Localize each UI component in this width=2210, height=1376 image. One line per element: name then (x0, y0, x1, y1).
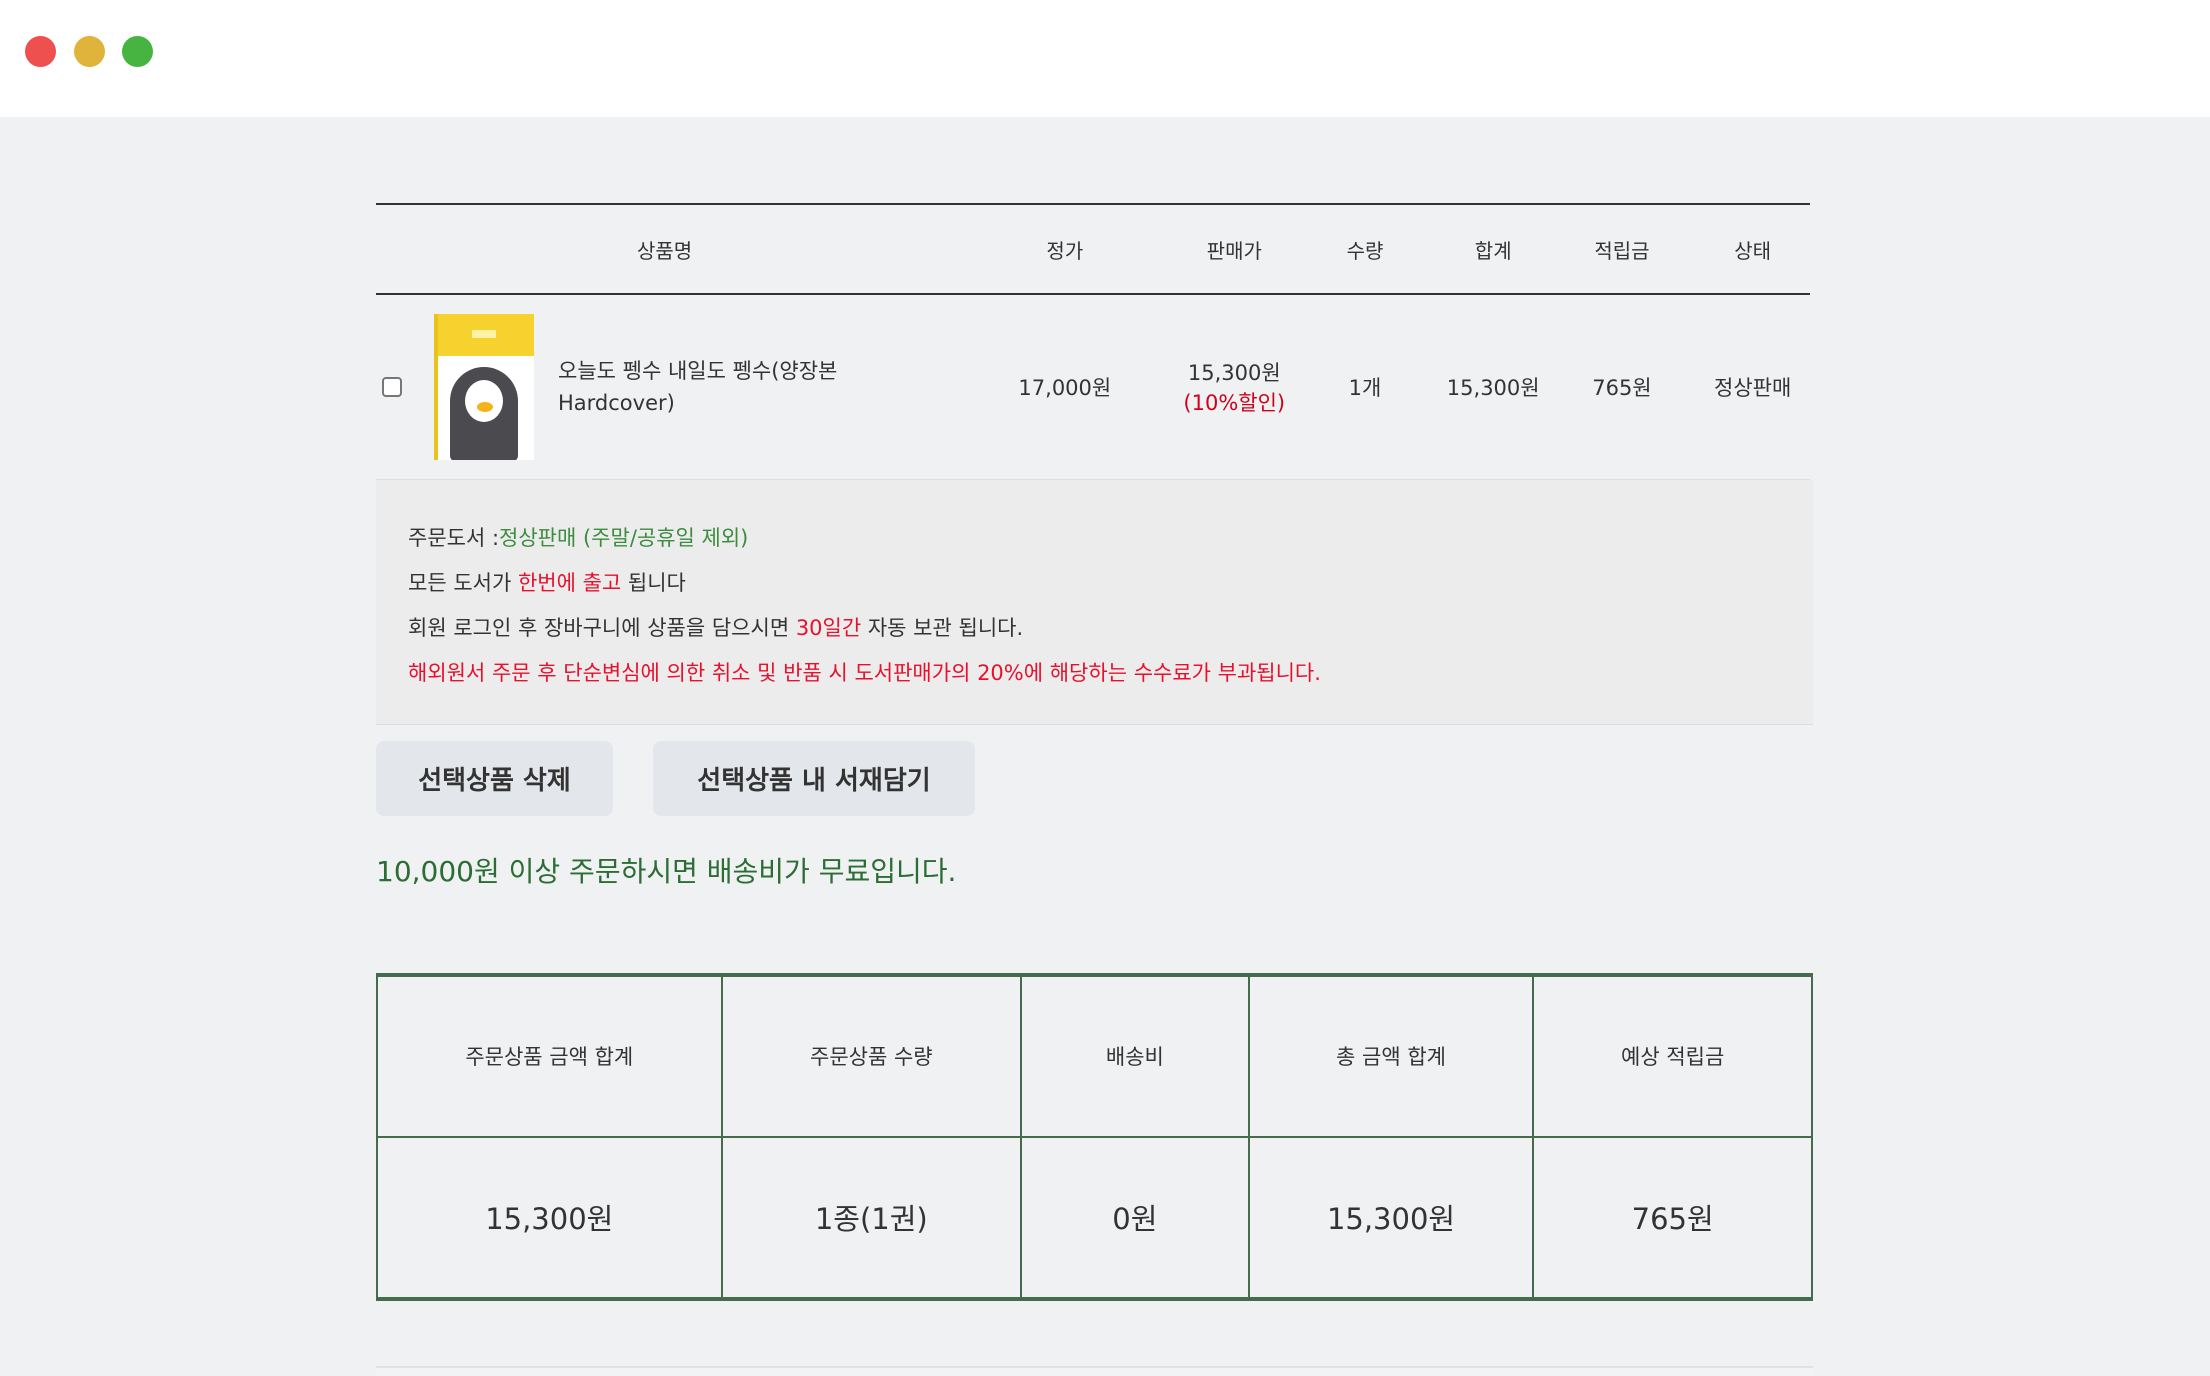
minimize-window-icon[interactable] (74, 36, 105, 67)
item-total: 15,300원 (1437, 294, 1549, 480)
storage-text-post: 자동 보관 됩니다. (861, 615, 1024, 640)
column-header-total: 합계 (1437, 203, 1549, 295)
cart-header-row: 상품명 정가 판매가 수량 합계 적립금 상태 (376, 203, 1810, 295)
free-shipping-notice: 10,000원 이상 주문하시면 배송비가 무료입니다. (376, 854, 957, 888)
product-title-line2[interactable]: Hardcover) (558, 387, 837, 419)
item-points: 765원 (1548, 294, 1696, 480)
sale-price-cell: 15,300원 (10%할인) (1176, 294, 1293, 480)
item-status: 정상판매 (1695, 294, 1810, 480)
summary-points: 765원 (1532, 1135, 1813, 1301)
add-to-shelf-button[interactable]: 선택상품 내 서재담기 (653, 740, 975, 816)
summary-header-amount: 주문상품 금액 합계 (376, 972, 723, 1138)
summary-quantity: 1종(1권) (720, 1135, 1023, 1301)
summary-shipping: 0원 (1020, 1135, 1250, 1301)
order-info-box: 주문도서 :정상판매 (주말/공휴일 제외) 모든 도서가 한번에 출고 됩니다… (376, 479, 1813, 725)
summary-header-shipping: 배송비 (1020, 972, 1250, 1138)
summary-header-row: 주문상품 금액 합계 주문상품 수량 배송비 총 금액 합계 예상 적립금 (376, 972, 1813, 1138)
summary-header-quantity: 주문상품 수량 (720, 972, 1023, 1138)
cart-content: 상품명 정가 판매가 수량 합계 적립금 상태 오늘도 펭수 내일도 펭수(양장… (376, 203, 1813, 1301)
cart-action-buttons: 선택상품 삭제 선택상품 내 서재담기 (376, 740, 1813, 816)
shipping-text-post: 됩니다 (621, 570, 686, 595)
window-titlebar (0, 0, 2210, 117)
column-header-quantity: 수량 (1292, 203, 1438, 295)
table-row: 오늘도 펭수 내일도 펭수(양장본 Hardcover) 17,000원 15,… (376, 294, 1810, 480)
info-line-order-type: 주문도서 :정상판매 (주말/공휴일 제외) (408, 516, 1781, 561)
shipping-text-pre: 모든 도서가 (408, 570, 518, 595)
column-header-status: 상태 (1695, 203, 1810, 295)
product-cell: 오늘도 펭수 내일도 펭수(양장본 Hardcover) (376, 294, 954, 480)
summary-value-row: 15,300원 1종(1권) 0원 15,300원 765원 (376, 1135, 1813, 1301)
summary-amount: 15,300원 (376, 1135, 723, 1301)
shipping-highlight: 한번에 출고 (517, 570, 622, 595)
delete-selected-button[interactable]: 선택상품 삭제 (376, 740, 613, 816)
summary-header-points: 예상 적립금 (1532, 972, 1813, 1138)
sale-price: 15,300원 (1187, 360, 1281, 385)
column-header-product: 상품명 (376, 203, 954, 295)
column-header-list-price: 정가 (953, 203, 1177, 295)
cart-table: 상품명 정가 판매가 수량 합계 적립금 상태 오늘도 펭수 내일도 펭수(양장… (376, 203, 1810, 480)
product-title[interactable]: 오늘도 펭수 내일도 펭수(양장본 Hardcover) (558, 355, 837, 419)
next-section-edge (376, 1366, 1813, 1376)
order-type-label: 주문도서 : (408, 525, 500, 550)
info-line-shipping: 모든 도서가 한번에 출고 됩니다 (408, 561, 1781, 606)
book-cover-image[interactable] (434, 313, 534, 460)
order-summary-table: 주문상품 금액 합계 주문상품 수량 배송비 총 금액 합계 예상 적립금 15… (376, 972, 1813, 1301)
discount-rate: (10%할인) (1183, 390, 1286, 415)
quantity: 1개 (1292, 294, 1438, 480)
product-title-line1[interactable]: 오늘도 펭수 내일도 펭수(양장본 (558, 355, 837, 387)
info-line-fee-notice: 해외원서 주문 후 단순변심에 의한 취소 및 반품 시 도서판매가의 20%에… (408, 660, 1321, 685)
order-type-value: 정상판매 (주말/공휴일 제외) (499, 525, 749, 550)
summary-header-total: 총 금액 합계 (1247, 972, 1535, 1138)
storage-highlight: 30일간 (795, 615, 862, 640)
list-price: 17,000원 (953, 294, 1177, 480)
storage-text-pre: 회원 로그인 후 장바구니에 상품을 담으시면 (408, 615, 796, 640)
item-checkbox[interactable] (382, 376, 402, 397)
close-window-icon[interactable] (25, 36, 56, 67)
column-header-sale-price: 판매가 (1176, 203, 1293, 295)
info-line-storage: 회원 로그인 후 장바구니에 상품을 담으시면 30일간 자동 보관 됩니다. (408, 606, 1781, 651)
column-header-points: 적립금 (1548, 203, 1696, 295)
summary-total: 15,300원 (1247, 1135, 1535, 1301)
maximize-window-icon[interactable] (122, 36, 153, 67)
